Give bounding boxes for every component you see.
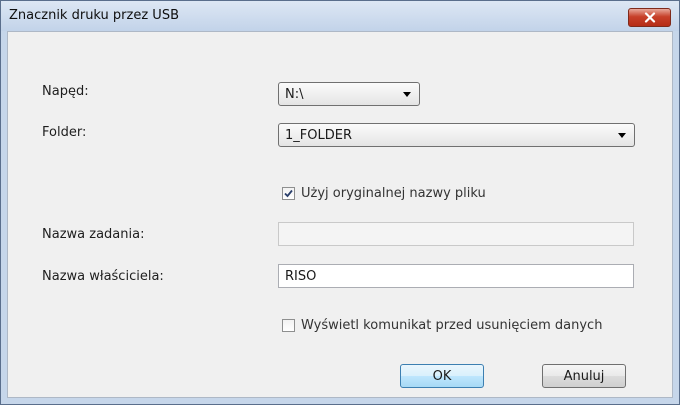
title-bar[interactable]: Znacznik druku przez USB bbox=[1, 1, 679, 31]
drive-select-value: N:\ bbox=[285, 87, 304, 102]
dialog-content: Napęd: N:\ Folder: 1_FOLDER Użyj orygina… bbox=[7, 31, 673, 398]
owner-name-field[interactable] bbox=[278, 264, 634, 288]
ok-button[interactable]: OK bbox=[400, 364, 484, 388]
chevron-down-icon bbox=[618, 133, 626, 138]
close-button[interactable] bbox=[628, 8, 671, 27]
checkbox-checked-icon[interactable] bbox=[282, 187, 295, 200]
window-title: Znacznik druku przez USB bbox=[9, 8, 179, 23]
show-message-label: Wyświetl komunikat przed usunięciem dany… bbox=[301, 318, 603, 333]
chevron-down-icon bbox=[403, 92, 411, 97]
dialog-window: Znacznik druku przez USB Napęd: N:\ Fold… bbox=[0, 0, 680, 405]
use-original-name-label: Użyj oryginalnej nazwy pliku bbox=[301, 186, 486, 201]
drive-label: Napęd: bbox=[42, 84, 89, 99]
owner-name-input[interactable] bbox=[279, 265, 633, 287]
folder-label: Folder: bbox=[42, 125, 87, 140]
drive-select[interactable]: N:\ bbox=[278, 82, 420, 106]
show-message-checkbox[interactable]: Wyświetl komunikat przed usunięciem dany… bbox=[282, 318, 602, 333]
job-name-input bbox=[279, 223, 633, 245]
job-name-field bbox=[278, 222, 634, 246]
owner-name-label: Nazwa właściciela: bbox=[42, 269, 164, 284]
use-original-name-checkbox[interactable]: Użyj oryginalnej nazwy pliku bbox=[282, 186, 486, 201]
folder-select-value: 1_FOLDER bbox=[285, 128, 352, 143]
folder-select[interactable]: 1_FOLDER bbox=[278, 123, 635, 147]
checkbox-unchecked-icon[interactable] bbox=[282, 319, 295, 332]
cancel-button[interactable]: Anuluj bbox=[542, 364, 626, 388]
job-name-label: Nazwa zadania: bbox=[42, 227, 145, 242]
close-x-icon bbox=[644, 12, 655, 23]
